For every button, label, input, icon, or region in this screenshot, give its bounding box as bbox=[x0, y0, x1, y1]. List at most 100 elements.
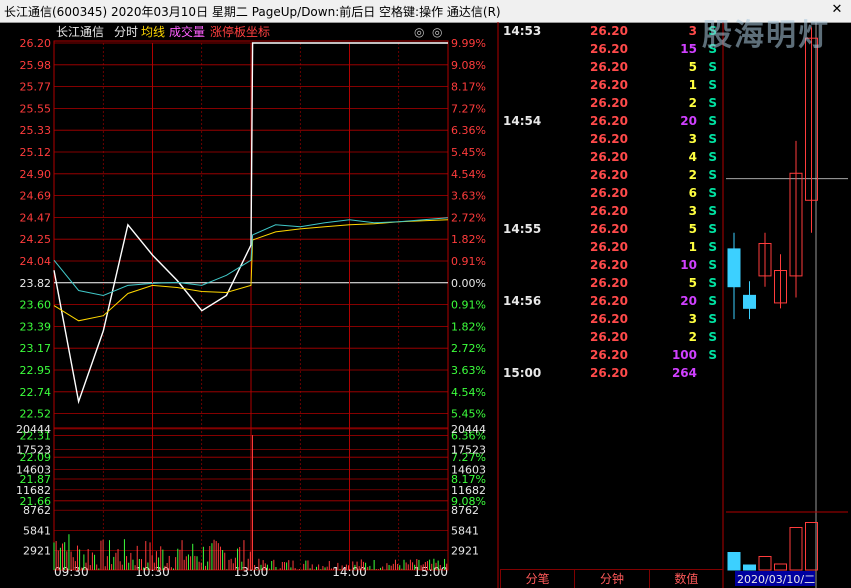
tick-volume: 5 bbox=[688, 222, 697, 236]
tick-volume: 6 bbox=[688, 186, 697, 200]
tick-direction: S bbox=[708, 258, 717, 272]
tick-volume: 2 bbox=[688, 330, 697, 344]
pct-tick-label: 0.91% bbox=[451, 299, 486, 312]
price-tick-label: 25.77 bbox=[20, 81, 52, 94]
tick-volume: 15 bbox=[680, 42, 697, 56]
pct-tick-label: 7.27% bbox=[451, 102, 486, 115]
vol-tick-label: 2921 bbox=[23, 545, 51, 558]
target-icon: ◎ bbox=[414, 25, 424, 39]
price-tick-label: 23.60 bbox=[20, 299, 52, 312]
tick-direction: S bbox=[708, 330, 717, 344]
pct-tick-label: 0.00% bbox=[451, 277, 486, 290]
pct-tick-label: 5.45% bbox=[451, 408, 486, 421]
candle-body bbox=[743, 294, 756, 309]
tab-values[interactable]: 数值 bbox=[648, 569, 723, 588]
tick-row: 26.20 6 S bbox=[500, 184, 723, 202]
tab-minutes[interactable]: 分钟 bbox=[574, 569, 649, 588]
tick-volume: 5 bbox=[688, 276, 697, 290]
price-tick-label: 26.20 bbox=[20, 37, 52, 50]
tick-price: 26.20 bbox=[590, 114, 628, 128]
pct-tick-label: 0.91% bbox=[451, 255, 486, 268]
chart-legend: 长江通信 分时 均线 成交量 涨停板坐标 ◎ ◎ bbox=[56, 24, 442, 39]
tick-row: 15:00 26.20 264 bbox=[500, 364, 723, 382]
window-title: 长江通信(600345) 2020年03月10日 星期二 PageUp/Down… bbox=[4, 5, 501, 19]
tick-row: 26.20 100 S bbox=[500, 346, 723, 364]
tick-direction: S bbox=[708, 168, 717, 182]
tick-time: 14:56 bbox=[503, 294, 542, 308]
watermark: 股海明灯 bbox=[702, 18, 830, 53]
tick-time: 14:53 bbox=[503, 24, 542, 38]
pct-tick-label: 1.82% bbox=[451, 233, 486, 246]
tick-price: 26.20 bbox=[590, 96, 628, 110]
tick-direction: S bbox=[708, 348, 717, 362]
vol-tick-label-right: 5841 bbox=[451, 524, 479, 537]
tick-row: 26.20 5 S bbox=[500, 274, 723, 292]
vol-tick-label: 11682 bbox=[16, 484, 51, 497]
tick-row: 26.20 3 S bbox=[500, 130, 723, 148]
tick-direction: S bbox=[708, 78, 717, 92]
tick-row: 26.20 2 S bbox=[500, 94, 723, 112]
vol-tick-label: 17523 bbox=[16, 443, 51, 456]
tick-direction: S bbox=[708, 132, 717, 146]
tick-direction: S bbox=[708, 60, 717, 74]
tick-row: 26.20 2 S bbox=[500, 166, 723, 184]
tick-direction: S bbox=[708, 204, 717, 218]
pct-tick-label: 9.99% bbox=[451, 37, 486, 50]
tick-volume: 3 bbox=[688, 204, 697, 218]
tab-ticks[interactable]: 分笔 bbox=[500, 569, 575, 588]
tick-row: 14:56 26.20 20 S bbox=[500, 292, 723, 310]
tick-volume: 5 bbox=[688, 60, 697, 74]
tick-volume: 1 bbox=[688, 78, 697, 92]
tick-price: 26.20 bbox=[590, 366, 628, 380]
tick-volume: 20 bbox=[680, 114, 697, 128]
vol-tick-label-right: 2921 bbox=[451, 545, 479, 558]
tick-row: 26.20 4 S bbox=[500, 148, 723, 166]
tick-row: 26.20 2 S bbox=[500, 328, 723, 346]
tick-price: 26.20 bbox=[590, 168, 628, 182]
price-tick-label: 25.33 bbox=[20, 124, 52, 137]
pct-tick-label: 2.72% bbox=[451, 211, 486, 224]
tick-volume: 2 bbox=[688, 168, 697, 182]
close-icon[interactable]: ✕ bbox=[829, 2, 845, 18]
vol-tick-label-right: 8762 bbox=[451, 504, 479, 517]
tick-price: 26.20 bbox=[590, 276, 628, 290]
legend-avg-line: 均线 bbox=[141, 25, 165, 39]
price-tick-label: 24.47 bbox=[20, 211, 52, 224]
tick-price: 26.20 bbox=[590, 204, 628, 218]
vol-tick-label: 20444 bbox=[16, 423, 51, 436]
pct-tick-label: 5.45% bbox=[451, 146, 486, 159]
tick-price: 26.20 bbox=[590, 132, 628, 146]
legend-time-share: 分时 bbox=[114, 25, 138, 39]
tick-price: 26.20 bbox=[590, 348, 628, 362]
tick-direction: S bbox=[708, 96, 717, 110]
tick-direction: S bbox=[708, 222, 717, 236]
tick-volume: 264 bbox=[671, 366, 697, 380]
tick-direction: S bbox=[708, 150, 717, 164]
tick-price: 26.20 bbox=[590, 24, 628, 38]
tick-volume: 10 bbox=[680, 258, 697, 272]
tick-row: 26.20 1 S bbox=[500, 76, 723, 94]
price-tick-label: 23.39 bbox=[20, 320, 52, 333]
tick-list[interactable]: 14:53 26.20 3 S 26.20 15 S 26.20 5 S 26.20 1 S 26.20 2… bbox=[500, 22, 723, 569]
vol-tick-label-right: 20444 bbox=[451, 423, 486, 436]
tick-price: 26.20 bbox=[590, 312, 628, 326]
tick-direction: S bbox=[708, 276, 717, 290]
intraday-chart[interactable]: 长江通信 分时 均线 成交量 涨停板坐标 ◎ ◎ 26.20 9.99% 25.98… bbox=[0, 22, 851, 588]
candle-volume bbox=[743, 564, 756, 571]
tick-price: 26.20 bbox=[590, 60, 628, 74]
tick-direction: S bbox=[708, 294, 717, 308]
tick-row: 14:53 26.20 3 S bbox=[500, 22, 723, 40]
pct-tick-label: 6.36% bbox=[451, 124, 486, 137]
tick-direction: S bbox=[708, 312, 717, 326]
tick-row: 26.20 10 S bbox=[500, 256, 723, 274]
vol-tick-label-right: 11682 bbox=[451, 484, 486, 497]
legend-stock-name: 长江通信 bbox=[56, 25, 104, 39]
vol-tick-label-right: 14603 bbox=[451, 464, 486, 477]
tick-direction: S bbox=[708, 240, 717, 254]
pct-tick-label: 4.54% bbox=[451, 168, 486, 181]
price-tick-label: 25.55 bbox=[20, 102, 52, 115]
target-icon-2: ◎ bbox=[432, 25, 442, 39]
tick-time: 14:54 bbox=[503, 114, 542, 128]
tick-price: 26.20 bbox=[590, 330, 628, 344]
tick-price: 26.20 bbox=[590, 42, 628, 56]
